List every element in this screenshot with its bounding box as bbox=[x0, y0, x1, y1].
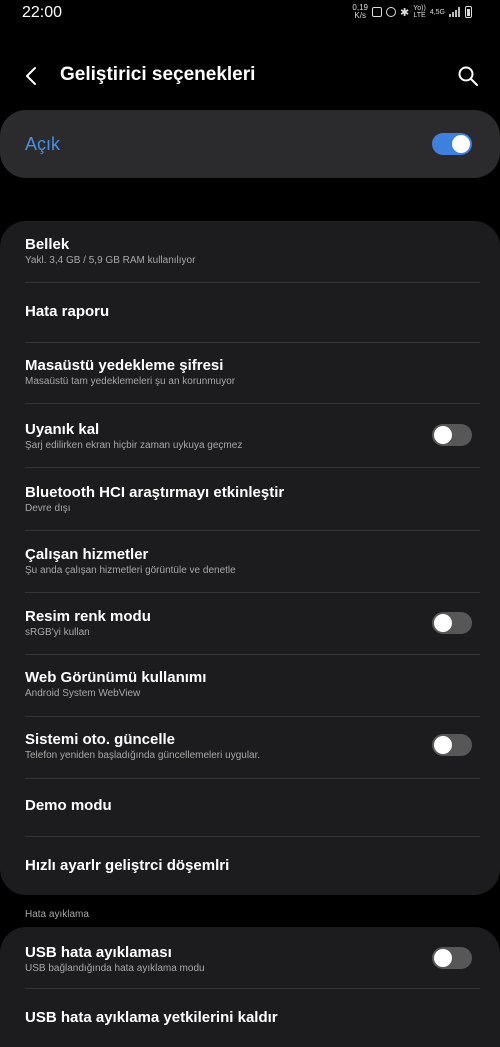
master-toggle[interactable] bbox=[432, 133, 472, 155]
network-generation: 4,5G bbox=[429, 8, 445, 16]
setting-automatic-system-updates[interactable]: Sistemi oto. güncelle Telefon yeniden ba… bbox=[0, 717, 500, 778]
stay-awake-toggle[interactable] bbox=[432, 424, 472, 446]
status-time: 22:00 bbox=[22, 4, 63, 21]
status-bar: 22:00 0,19 K/s ✱ Yo)) LTE 4,5G bbox=[0, 0, 500, 26]
developer-options-master-switch[interactable]: Açık bbox=[0, 110, 500, 178]
search-icon[interactable] bbox=[456, 64, 480, 88]
setting-bluetooth-hci-snoop[interactable]: Bluetooth HCI araştırmayı etkinleştir De… bbox=[0, 468, 500, 530]
usb-debugging-toggle[interactable] bbox=[432, 947, 472, 969]
setting-bug-report[interactable]: Hata raporu bbox=[0, 283, 500, 342]
picture-color-mode-toggle[interactable] bbox=[432, 612, 472, 634]
app-bar: Geliştirici seçenekleri bbox=[0, 50, 500, 102]
setting-quick-settings-developer-tiles[interactable]: Hızlı ayarlr geliştrci döşemlri bbox=[0, 837, 500, 895]
setting-revoke-usb-debugging[interactable]: USB hata ayıklama yetkilerini kaldır bbox=[0, 989, 500, 1047]
alarm-icon bbox=[386, 7, 396, 17]
network-type: Yo)) LTE bbox=[413, 5, 426, 19]
settings-list: Bellek Yakl. 3,4 GB / 5,9 GB RAM kullanı… bbox=[0, 221, 500, 895]
net-speed: 0,19 K/s bbox=[352, 3, 368, 20]
auto-update-toggle[interactable] bbox=[432, 734, 472, 756]
app-notification-icon bbox=[372, 7, 382, 17]
setting-demo-mode[interactable]: Demo modu bbox=[0, 779, 500, 836]
setting-desktop-backup-password[interactable]: Masaüstü yedekleme şifresi Masaüstü tam … bbox=[0, 343, 500, 403]
bluetooth-icon: ✱ bbox=[400, 6, 410, 19]
battery-icon bbox=[465, 6, 472, 18]
signal-icon bbox=[449, 7, 461, 17]
section-header-debugging: Hata ayıklama bbox=[25, 909, 89, 920]
setting-picture-color-mode[interactable]: Resim renk modu sRGB'yi kullan bbox=[0, 593, 500, 654]
setting-memory[interactable]: Bellek Yakl. 3,4 GB / 5,9 GB RAM kullanı… bbox=[0, 221, 500, 282]
debugging-list: USB hata ayıklaması USB bağlandığında ha… bbox=[0, 927, 500, 1047]
setting-webview-implementation[interactable]: Web Görünümü kullanımı Android System We… bbox=[0, 655, 500, 716]
status-icons: 0,19 K/s ✱ Yo)) LTE 4,5G bbox=[352, 4, 472, 20]
master-switch-label: Açık bbox=[25, 134, 61, 154]
page-title: Geliştirici seçenekleri bbox=[60, 64, 256, 85]
setting-running-services[interactable]: Çalışan hizmetler Şu anda çalışan hizmet… bbox=[0, 531, 500, 592]
chevron-left-icon[interactable] bbox=[20, 64, 44, 88]
setting-usb-debugging[interactable]: USB hata ayıklaması USB bağlandığında ha… bbox=[0, 927, 500, 987]
setting-stay-awake[interactable]: Uyanık kal Şarj edilirken ekran hiçbir z… bbox=[0, 404, 500, 467]
